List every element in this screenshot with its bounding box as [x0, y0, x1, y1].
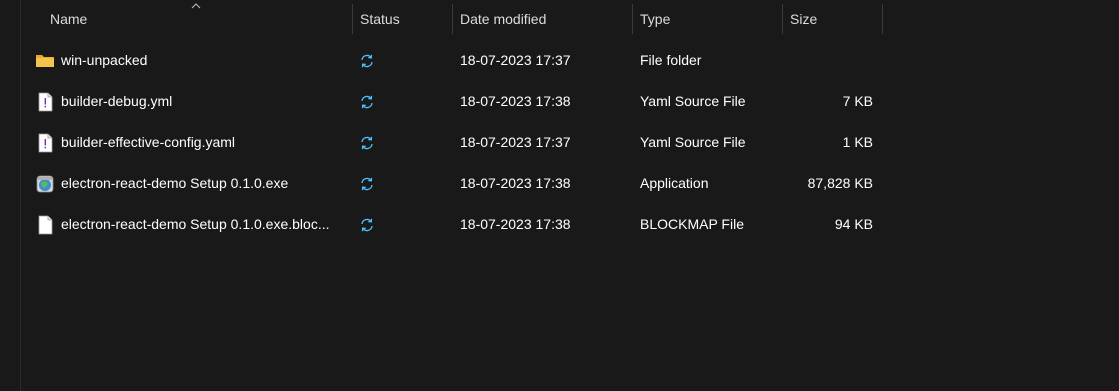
- file-date-modified: 18-07-2023 17:37: [460, 134, 571, 150]
- sort-ascending-icon: [191, 3, 201, 9]
- column-header-type[interactable]: Type: [633, 0, 783, 38]
- file-date-modified: 18-07-2023 17:38: [460, 175, 571, 191]
- file-name: win-unpacked: [61, 52, 148, 68]
- column-header-date[interactable]: Date modified: [453, 0, 633, 38]
- file-type: Yaml Source File: [640, 134, 746, 150]
- file-row[interactable]: electron-react-demo Setup 0.1.0.exe 18-0…: [21, 163, 883, 204]
- file-row[interactable]: electron-react-demo Setup 0.1.0.exe.bloc…: [21, 204, 883, 245]
- column-header-row: Name Status Date modified Type Size: [21, 0, 883, 38]
- file-row[interactable]: builder-effective-config.yaml 18-07-2023…: [21, 122, 883, 163]
- file-status: [359, 81, 383, 122]
- file-type: BLOCKMAP File: [640, 216, 744, 232]
- yaml-file-icon: [38, 92, 53, 112]
- column-header-type-label: Type: [640, 11, 671, 27]
- file-row[interactable]: win-unpacked 18-07-2023 17:37 File folde…: [21, 40, 883, 81]
- file-date-modified: 18-07-2023 17:38: [460, 216, 571, 232]
- sync-icon: [361, 54, 373, 68]
- navigation-pane-edge: [0, 0, 21, 391]
- file-size: 94 KB: [834, 216, 873, 232]
- column-header-name[interactable]: Name: [21, 0, 353, 38]
- file-type: Application: [640, 175, 709, 191]
- file-type: Yaml Source File: [640, 93, 746, 109]
- sync-icon: [361, 177, 373, 191]
- column-header-status-label: Status: [360, 11, 400, 27]
- blank-file-icon: [38, 215, 53, 235]
- column-resize-handle[interactable]: [882, 4, 883, 34]
- file-status: [359, 40, 383, 81]
- file-size: 1 KB: [842, 134, 873, 150]
- column-header-status[interactable]: Status: [353, 0, 453, 38]
- file-name: builder-debug.yml: [61, 93, 173, 109]
- file-name: electron-react-demo Setup 0.1.0.exe: [61, 175, 289, 191]
- installer-icon: [36, 175, 54, 193]
- sync-icon: [361, 136, 373, 150]
- file-status: [359, 204, 383, 245]
- file-date-modified: 18-07-2023 17:37: [460, 52, 571, 68]
- file-size: 7 KB: [842, 93, 873, 109]
- file-name: builder-effective-config.yaml: [61, 134, 236, 150]
- column-header-date-label: Date modified: [460, 11, 547, 27]
- column-header-size[interactable]: Size: [783, 0, 883, 38]
- file-date-modified: 18-07-2023 17:38: [460, 93, 571, 109]
- sync-icon: [361, 218, 373, 232]
- folder-icon: [36, 55, 54, 67]
- file-type: File folder: [640, 52, 702, 68]
- column-header-name-label: Name: [50, 11, 88, 27]
- sync-icon: [361, 95, 373, 109]
- file-row[interactable]: builder-debug.yml 18-07-2023 17:38 Yaml …: [21, 81, 883, 122]
- file-status: [359, 122, 383, 163]
- file-size: [783, 40, 873, 81]
- file-status: [359, 163, 383, 204]
- file-list: win-unpacked 18-07-2023 17:37 File folde…: [21, 40, 883, 245]
- yaml-file-icon: [38, 133, 53, 153]
- file-name: electron-react-demo Setup 0.1.0.exe.bloc…: [61, 216, 330, 232]
- file-explorer-details-view: Name Status Date modified Type Size win-…: [0, 0, 1119, 391]
- column-header-size-label: Size: [790, 11, 818, 27]
- file-size: 87,828 KB: [807, 175, 873, 191]
